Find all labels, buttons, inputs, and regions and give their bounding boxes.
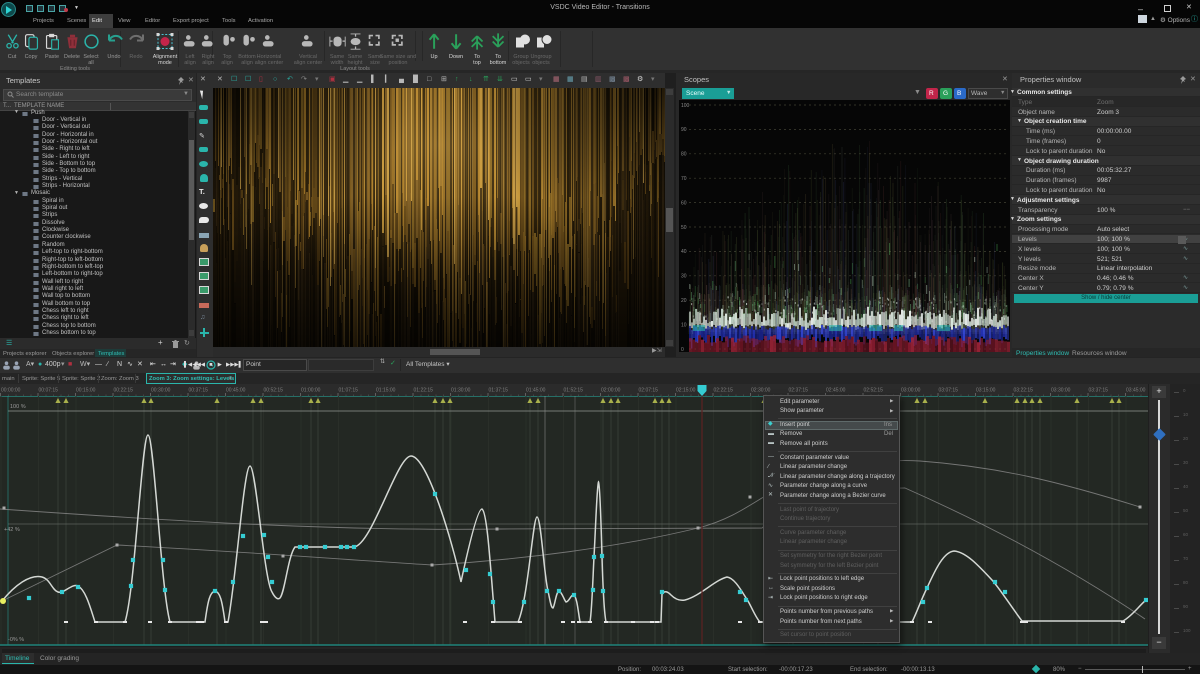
svg-text:70: 70 — [681, 176, 687, 182]
svg-text:02:07:15: 02:07:15 — [639, 388, 659, 394]
svg-text:01:07:15: 01:07:15 — [339, 388, 359, 394]
svg-text:00:37:15: 00:37:15 — [189, 388, 209, 394]
svg-text:00:00:00: 00:00:00 — [1, 388, 21, 394]
svg-text:40: 40 — [681, 249, 687, 255]
svg-text:00:45:00: 00:45:00 — [226, 388, 246, 394]
svg-text:01:00:00: 01:00:00 — [301, 388, 321, 394]
svg-text:30: 30 — [681, 274, 687, 280]
svg-text:60: 60 — [681, 200, 687, 206]
svg-text:03:30:00: 03:30:00 — [1051, 388, 1071, 394]
svg-text:20: 20 — [681, 298, 687, 304]
svg-text:01:30:00: 01:30:00 — [451, 388, 471, 394]
svg-text:01:52:15: 01:52:15 — [564, 388, 584, 394]
svg-text:00:15:00: 00:15:00 — [76, 388, 96, 394]
svg-text:90: 90 — [681, 127, 687, 133]
svg-text:02:30:00: 02:30:00 — [751, 388, 771, 394]
svg-text:01:37:15: 01:37:15 — [489, 388, 509, 394]
svg-text:10: 10 — [681, 322, 687, 328]
svg-text:03:22:15: 03:22:15 — [1014, 388, 1034, 394]
svg-text:00:22:15: 00:22:15 — [114, 388, 134, 394]
svg-text:03:00:00: 03:00:00 — [901, 388, 921, 394]
svg-text:02:52:15: 02:52:15 — [864, 388, 884, 394]
svg-text:01:22:15: 01:22:15 — [414, 388, 434, 394]
svg-text:02:37:15: 02:37:15 — [789, 388, 809, 394]
svg-text:03:37:15: 03:37:15 — [1089, 388, 1109, 394]
svg-text:80: 80 — [681, 152, 687, 158]
svg-text:00:52:15: 00:52:15 — [264, 388, 284, 394]
svg-text:01:15:00: 01:15:00 — [376, 388, 396, 394]
svg-text:100: 100 — [681, 103, 690, 109]
svg-text:-0% %: -0% % — [8, 637, 24, 643]
svg-text:02:45:00: 02:45:00 — [826, 388, 846, 394]
svg-text:+42 %: +42 % — [4, 527, 20, 533]
svg-text:03:07:15: 03:07:15 — [939, 388, 959, 394]
svg-text:02:15:00: 02:15:00 — [676, 388, 696, 394]
svg-text:00:30:00: 00:30:00 — [151, 388, 171, 394]
svg-text:02:00:00: 02:00:00 — [601, 388, 621, 394]
svg-text:01:45:00: 01:45:00 — [526, 388, 546, 394]
svg-text:03:45:00: 03:45:00 — [1126, 388, 1146, 394]
svg-text:00:07:15: 00:07:15 — [39, 388, 59, 394]
svg-text:50: 50 — [681, 225, 687, 231]
svg-text:100 %: 100 % — [10, 404, 26, 410]
svg-text:0: 0 — [681, 347, 684, 352]
svg-text:03:15:00: 03:15:00 — [976, 388, 996, 394]
svg-text:02:22:15: 02:22:15 — [714, 388, 734, 394]
